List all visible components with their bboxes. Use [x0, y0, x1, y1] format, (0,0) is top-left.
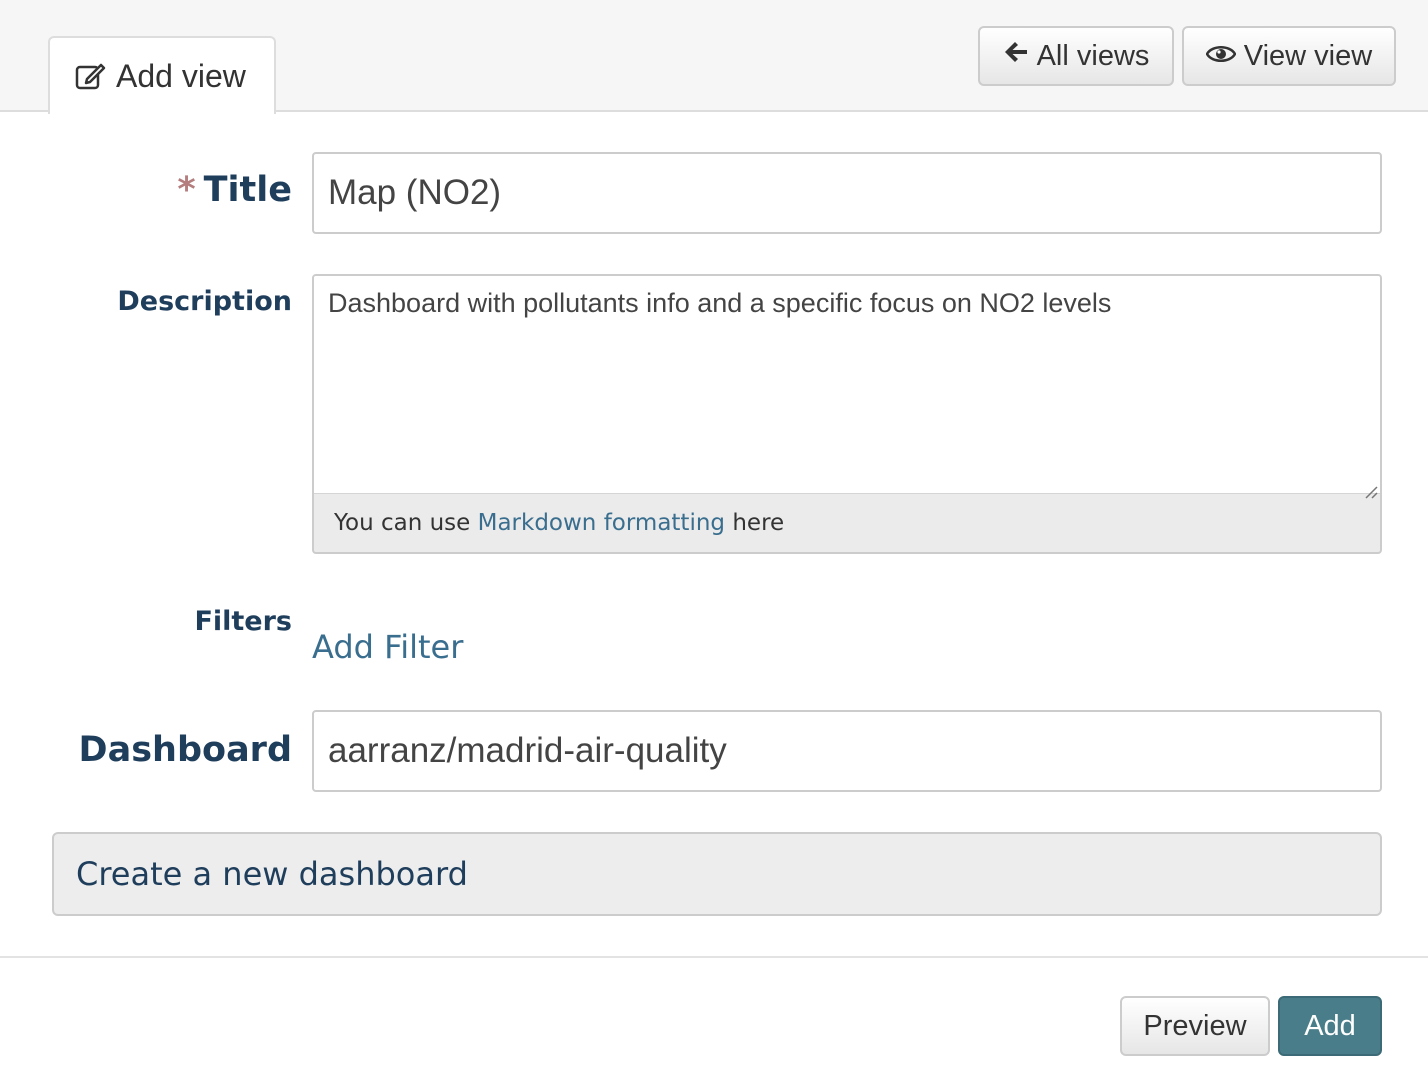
resize-handle-icon[interactable] [1362, 475, 1378, 499]
top-bar: Add view All views View view [0, 0, 1428, 114]
description-value: Dashboard with pollutants info and a spe… [328, 288, 1112, 318]
eye-icon [1205, 40, 1237, 73]
edit-icon [74, 60, 106, 92]
arrow-left-icon [1003, 39, 1029, 73]
add-button[interactable]: Add [1278, 996, 1382, 1056]
view-view-button[interactable]: View view [1182, 26, 1396, 86]
dashboard-field[interactable]: aarranz/madrid-air-quality [312, 710, 1382, 792]
markdown-formatting-link[interactable]: Markdown formatting [478, 510, 725, 536]
preview-button[interactable]: Preview [1120, 996, 1270, 1056]
filters-label: Filters [194, 606, 292, 637]
description-editor: Dashboard with pollutants info and a spe… [312, 274, 1382, 554]
title-label-text: Title [203, 170, 292, 210]
description-textarea[interactable]: Dashboard with pollutants info and a spe… [314, 276, 1380, 499]
create-dashboard-button[interactable]: Create a new dashboard [52, 832, 1382, 916]
required-marker: * [177, 170, 196, 210]
title-label: * Title [177, 170, 292, 210]
tab-add-view[interactable]: Add view [48, 36, 276, 114]
view-view-label: View view [1243, 39, 1373, 72]
divider [0, 956, 1428, 958]
markdown-hint: You can use Markdown formatting here [314, 494, 1380, 552]
all-views-button[interactable]: All views [978, 26, 1174, 86]
tab-add-view-label: Add view [116, 57, 246, 94]
markdown-hint-suffix: here [732, 510, 785, 536]
title-field[interactable]: Map (NO2) [312, 152, 1382, 234]
add-filter-link[interactable]: Add Filter [312, 628, 463, 666]
markdown-hint-prefix: You can use [334, 510, 471, 536]
dashboard-label: Dashboard [78, 730, 292, 770]
all-views-label: All views [1036, 39, 1150, 72]
description-label: Description [117, 286, 292, 317]
